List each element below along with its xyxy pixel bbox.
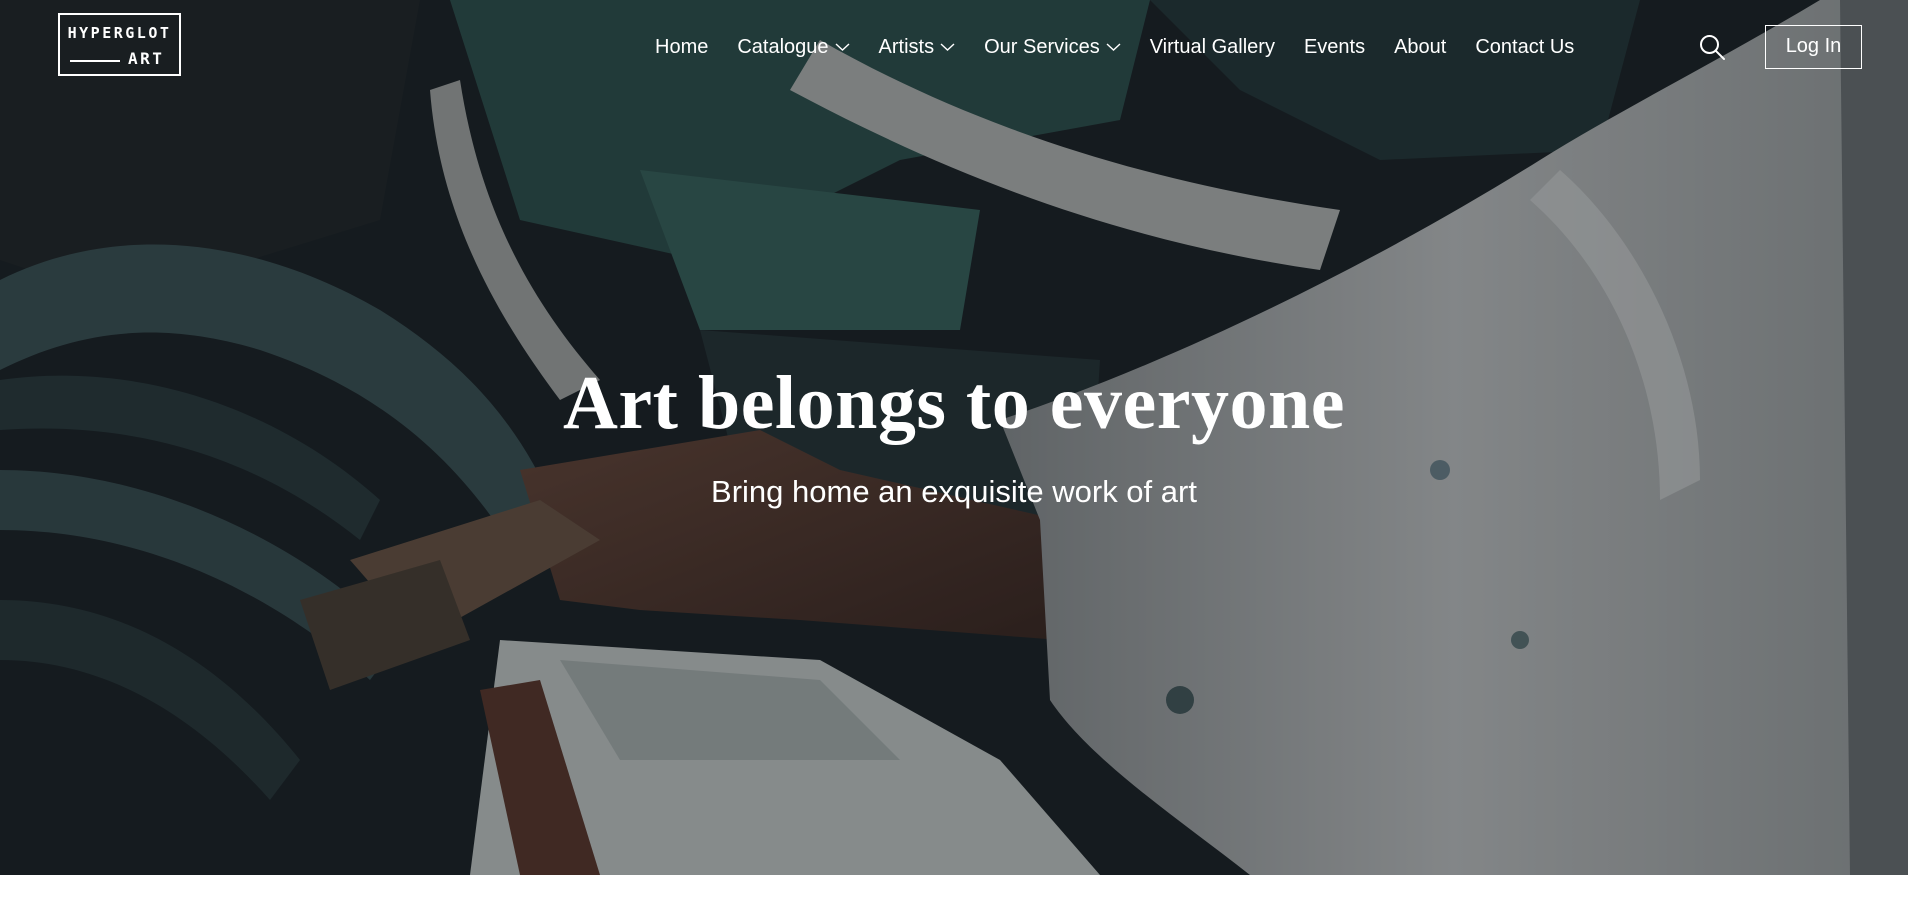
chevron-down-icon xyxy=(835,43,850,51)
nav-item-home[interactable]: Home xyxy=(655,32,708,62)
nav-item-about[interactable]: About xyxy=(1394,32,1446,62)
logo-text-top: HYPERGLOT xyxy=(67,24,172,42)
chevron-down-icon xyxy=(940,43,955,51)
nav-item-virtual-gallery[interactable]: Virtual Gallery xyxy=(1150,32,1275,62)
search-icon[interactable] xyxy=(1698,33,1726,61)
nav-item-label: Home xyxy=(655,36,709,58)
nav-item-label: Artists xyxy=(878,36,935,58)
hero-subtitle: Bring home an exquisite work of art xyxy=(711,474,1197,509)
nav-item-our-services[interactable]: Our Services xyxy=(984,32,1121,62)
nav-item-label: About xyxy=(1394,36,1447,58)
login-button[interactable]: Log In xyxy=(1765,25,1862,69)
nav-item-label: Virtual Gallery xyxy=(1149,36,1275,58)
hero-title: Art belongs to everyone xyxy=(563,361,1345,445)
nav-item-artists[interactable]: Artists xyxy=(879,32,956,62)
logo-divider-line xyxy=(70,60,120,62)
main-nav: Home Catalogue Artists Our Services Virt… xyxy=(655,32,1574,62)
nav-item-label: Our Services xyxy=(984,36,1100,58)
chevron-down-icon xyxy=(1106,43,1121,51)
nav-item-label: Events xyxy=(1303,36,1366,58)
nav-item-label: Contact Us xyxy=(1475,36,1575,58)
nav-item-label: Catalogue xyxy=(737,36,829,58)
nav-item-catalogue[interactable]: Catalogue xyxy=(737,32,850,62)
logo-text-bottom: ART xyxy=(128,49,165,68)
brand-logo[interactable]: HYPERGLOT ART xyxy=(58,13,181,76)
nav-item-contact-us[interactable]: Contact Us xyxy=(1475,32,1574,62)
nav-item-events[interactable]: Events xyxy=(1304,32,1365,62)
hero-section: HYPERGLOT ART Home Catalogue Artists Our… xyxy=(0,0,1908,875)
site-header: HYPERGLOT ART Home Catalogue Artists Our… xyxy=(0,0,1908,96)
